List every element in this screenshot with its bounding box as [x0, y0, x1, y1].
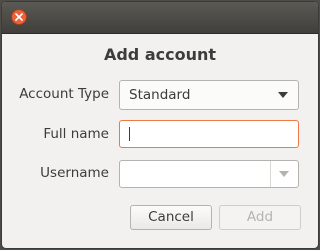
dialog-title: Add account [103, 45, 217, 64]
account-type-value: Standard [129, 87, 191, 103]
account-type-label: Account Type [19, 86, 109, 102]
full-name-label: Full name [43, 126, 109, 142]
add-button[interactable]: Add [219, 205, 301, 230]
cancel-button[interactable]: Cancel [130, 205, 212, 230]
close-icon[interactable] [11, 9, 27, 25]
username-label: Username [40, 165, 109, 181]
chevron-down-icon [278, 92, 288, 98]
username-combo-field[interactable] [119, 160, 299, 188]
add-account-dialog: Add account Account Type Standard Full n… [1, 1, 319, 249]
username-dropdown-button[interactable] [270, 161, 298, 187]
chevron-down-icon [279, 171, 289, 177]
text-cursor [129, 127, 130, 141]
account-type-select[interactable]: Standard [119, 80, 299, 110]
titlebar [2, 2, 318, 34]
full-name-field[interactable] [119, 120, 299, 148]
